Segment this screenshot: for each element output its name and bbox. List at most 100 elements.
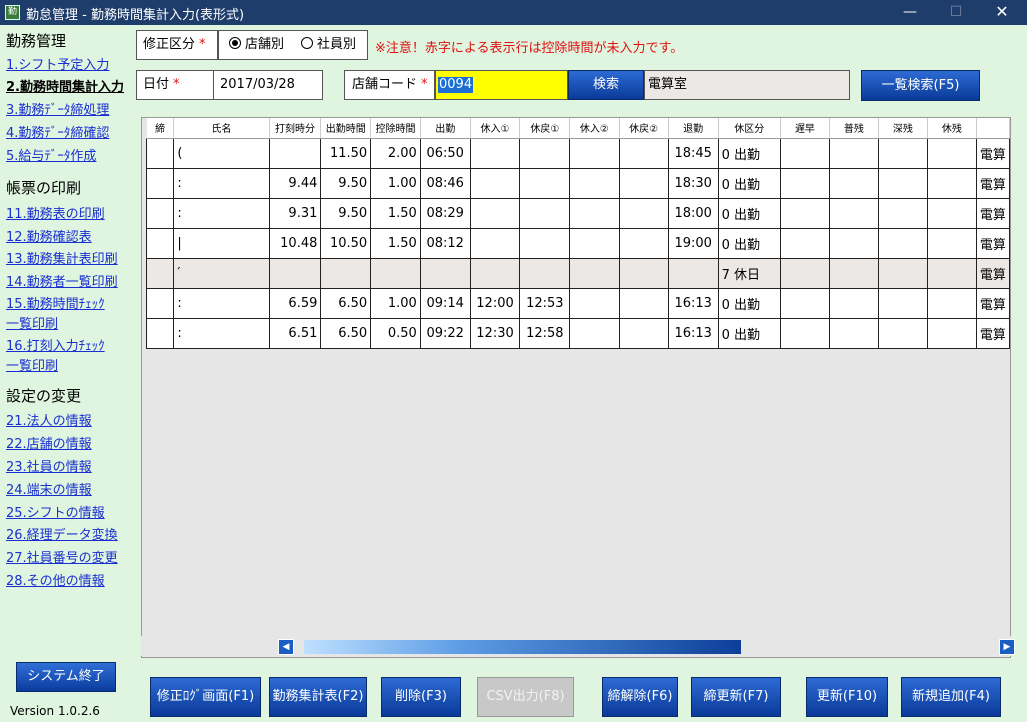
cell-punch[interactable]: 9.31	[268, 197, 322, 229]
cell-in[interactable]: 09:22	[419, 317, 471, 349]
cell-punch[interactable]	[268, 257, 322, 289]
maximize-button[interactable]: ☐	[933, 0, 979, 25]
sidebar-item-close-process[interactable]: 3.勤務ﾃﾞｰﾀ締処理	[6, 99, 109, 118]
cell-deduct[interactable]: 1.00	[370, 287, 421, 319]
scroll-thumb[interactable]	[304, 640, 741, 654]
cell-out[interactable]	[667, 257, 719, 289]
csv-export-button[interactable]: CSV出力(F8)	[477, 677, 574, 717]
cell-kind[interactable]: 0 出勤	[717, 227, 781, 259]
cell-empty[interactable]	[145, 257, 175, 289]
cell-b1in[interactable]: 12:30	[469, 317, 521, 349]
minimize-button[interactable]: —	[887, 0, 933, 25]
radio-staff[interactable]: 社員別	[301, 31, 356, 59]
cell-out[interactable]: 16:13	[667, 317, 719, 349]
list-search-button[interactable]: 一覧検索(F5)	[861, 70, 980, 101]
cell-empty[interactable]	[877, 167, 928, 199]
cell-empty[interactable]	[828, 137, 879, 169]
cell-name[interactable]: :	[173, 197, 270, 229]
cell-empty[interactable]	[828, 167, 879, 199]
cell-empty[interactable]	[779, 137, 830, 169]
cell-kind[interactable]: 0 出勤	[717, 137, 781, 169]
cell-empty[interactable]	[828, 257, 879, 289]
cell-b2in[interactable]	[569, 167, 620, 199]
cell-deduct[interactable]: 1.00	[370, 167, 421, 199]
cell-empty[interactable]	[779, 197, 830, 229]
sidebar-item-accounting[interactable]: 26.経理データ変換	[6, 524, 118, 543]
cell-work[interactable]	[320, 257, 372, 289]
cell-deduct[interactable]: 1.50	[370, 197, 421, 229]
cell-b1in[interactable]	[469, 137, 521, 169]
table-row[interactable]: :6.59 6.50 1.00 09:14 12:00 12:53 16:13 0 出勤 電算	[145, 287, 1010, 319]
delete-button[interactable]: 削除(F3)	[381, 677, 461, 717]
table-row[interactable]: :6.51 6.50 0.50 09:22 12:30 12:58 16:13 0 出勤 電算	[145, 317, 1010, 349]
close-update-button[interactable]: 締更新(F7)	[691, 677, 781, 717]
cell-b1in[interactable]	[469, 227, 521, 259]
cell-empty[interactable]	[145, 227, 175, 259]
sidebar-item-confirm-sheet[interactable]: 12.勤務確認表	[6, 226, 92, 245]
summary-button[interactable]: 勤務集計表(F2)	[269, 677, 367, 717]
cell-last[interactable]: 電算	[975, 287, 1010, 319]
sidebar-item-work-hours[interactable]: 2.勤務時間集計入力	[6, 76, 124, 95]
cell-empty[interactable]	[926, 287, 977, 319]
search-button[interactable]: 検索	[568, 70, 644, 100]
cell-empty[interactable]	[828, 197, 879, 229]
cell-empty[interactable]	[828, 317, 879, 349]
cell-in[interactable]: 08:29	[419, 197, 471, 229]
cell-work[interactable]: 11.50	[320, 137, 372, 169]
cell-b2out[interactable]	[618, 167, 669, 199]
cell-empty[interactable]	[926, 167, 977, 199]
cell-out[interactable]: 18:45	[667, 137, 719, 169]
scroll-right-icon[interactable]: ▶	[999, 639, 1015, 655]
cell-b1in[interactable]	[469, 197, 521, 229]
cell-b1in[interactable]: 12:00	[469, 287, 521, 319]
cell-in[interactable]: 09:14	[419, 287, 471, 319]
cell-kind[interactable]: 0 出勤	[717, 197, 781, 229]
table-row[interactable]: | 10.48 10.50 1.50 08:12 19:00 0 出勤 電算	[145, 227, 1010, 259]
sidebar-item-print-schedule[interactable]: 11.勤務表の印刷	[6, 203, 105, 222]
scroll-left-icon[interactable]: ◀	[278, 639, 294, 655]
cell-kind[interactable]: 0 出勤	[717, 167, 781, 199]
radio-store[interactable]: 店舗別	[229, 31, 284, 59]
cell-empty[interactable]	[779, 167, 830, 199]
cell-name[interactable]: |	[173, 227, 270, 259]
cell-out[interactable]: 16:13	[667, 287, 719, 319]
cell-name[interactable]: :	[173, 167, 270, 199]
add-new-button[interactable]: 新規追加(F4)	[901, 677, 1001, 717]
cell-b2in[interactable]	[569, 197, 620, 229]
cell-deduct[interactable]: 0.50	[370, 317, 421, 349]
table-row[interactable]: (11.50 2.00 06:50 18:45 0 出勤 電算	[145, 137, 1010, 169]
cell-b2out[interactable]	[618, 287, 669, 319]
cell-b1out[interactable]	[519, 167, 571, 199]
cell-empty[interactable]	[828, 287, 879, 319]
cell-in[interactable]: 06:50	[419, 137, 471, 169]
update-button[interactable]: 更新(F10)	[806, 677, 888, 717]
cell-empty[interactable]	[926, 137, 977, 169]
cell-empty[interactable]	[145, 167, 175, 199]
cell-b1out[interactable]	[519, 257, 571, 289]
cell-empty[interactable]	[145, 287, 175, 319]
cell-b2out[interactable]	[618, 197, 669, 229]
cell-b2in[interactable]	[569, 257, 620, 289]
sidebar-item-shift-plan[interactable]: 1.シフト予定入力	[6, 54, 109, 73]
sidebar-item-punch-check-list[interactable]: 一覧印刷	[6, 355, 58, 374]
cell-out[interactable]: 19:00	[667, 227, 719, 259]
cell-kind[interactable]: 7 休日	[717, 257, 781, 289]
cell-empty[interactable]	[877, 137, 928, 169]
sidebar-item-other[interactable]: 28.その他の情報	[6, 570, 105, 589]
cell-name[interactable]: :	[173, 287, 270, 319]
cell-deduct[interactable]: 2.00	[370, 137, 421, 169]
system-exit-button[interactable]: システム終了	[16, 662, 116, 692]
cell-deduct[interactable]	[370, 257, 421, 289]
cell-empty[interactable]	[145, 317, 175, 349]
cell-out[interactable]: 18:00	[667, 197, 719, 229]
sidebar-item-close-confirm[interactable]: 4.勤務ﾃﾞｰﾀ締確認	[6, 122, 109, 141]
cell-empty[interactable]	[877, 317, 928, 349]
sidebar-item-corporation[interactable]: 21.法人の情報	[6, 410, 92, 429]
close-button[interactable]: ✕	[979, 0, 1025, 25]
cell-last[interactable]: 電算	[975, 137, 1010, 169]
cell-last[interactable]: 電算	[975, 227, 1010, 259]
sidebar-item-shift[interactable]: 25.シフトの情報	[6, 502, 105, 521]
cell-name[interactable]: (	[173, 137, 270, 169]
cell-work[interactable]: 9.50	[320, 167, 372, 199]
sidebar-item-punch-check[interactable]: 16.打刻入力ﾁｪｯｸ	[6, 335, 105, 354]
